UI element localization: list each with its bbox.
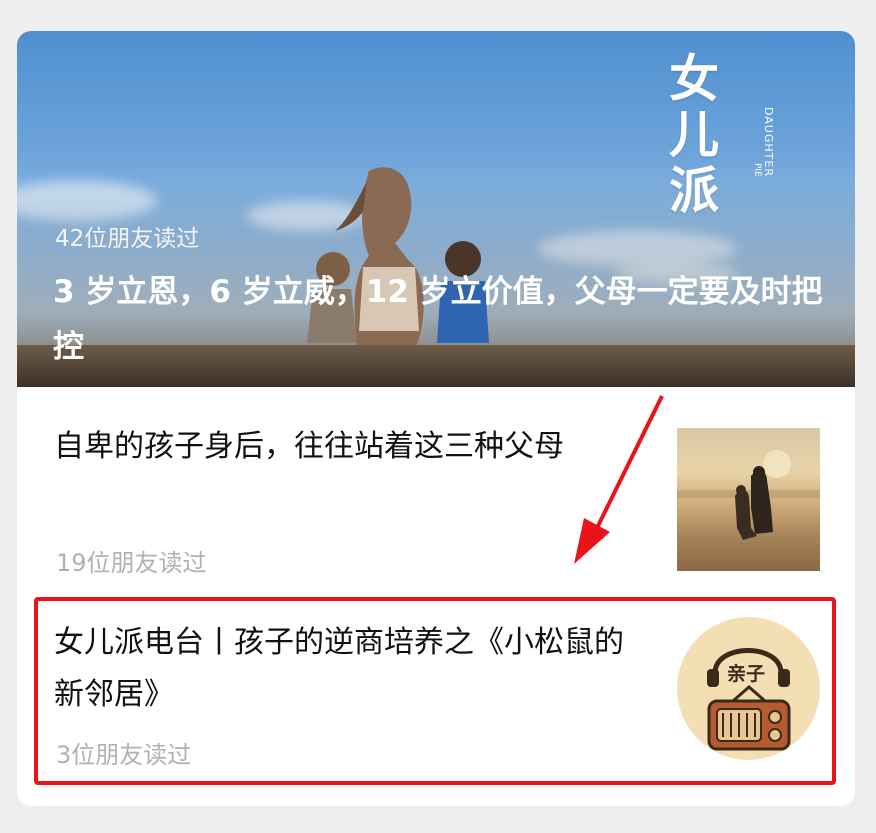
hero-article[interactable]: 女儿派 DAUGHTER PIE 42位朋友读过 3 岁立恩，6 岁立威，12 …	[17, 31, 855, 387]
red-arrow-annotation	[574, 395, 664, 564]
article-readers-count: 19位朋友读过	[56, 549, 207, 577]
daughter-pie-logo: 女儿派 DAUGHTER PIE	[669, 51, 787, 219]
logo-english-sub: PIE	[752, 163, 762, 177]
sunset-family-thumbnail[interactable]	[677, 428, 820, 571]
logo-english: DAUGHTER	[762, 107, 775, 177]
article-headline[interactable]: 自卑的孩子身后，往往站着这三种父母	[54, 421, 644, 473]
hero-title[interactable]: 3 岁立恩，6 岁立威，12 岁立价值，父母一定要及时把控	[53, 265, 833, 375]
highlight-box-annotation	[34, 597, 836, 785]
logo-text: 女儿派	[669, 49, 719, 220]
hero-readers-count: 42位朋友读过	[55, 226, 200, 252]
